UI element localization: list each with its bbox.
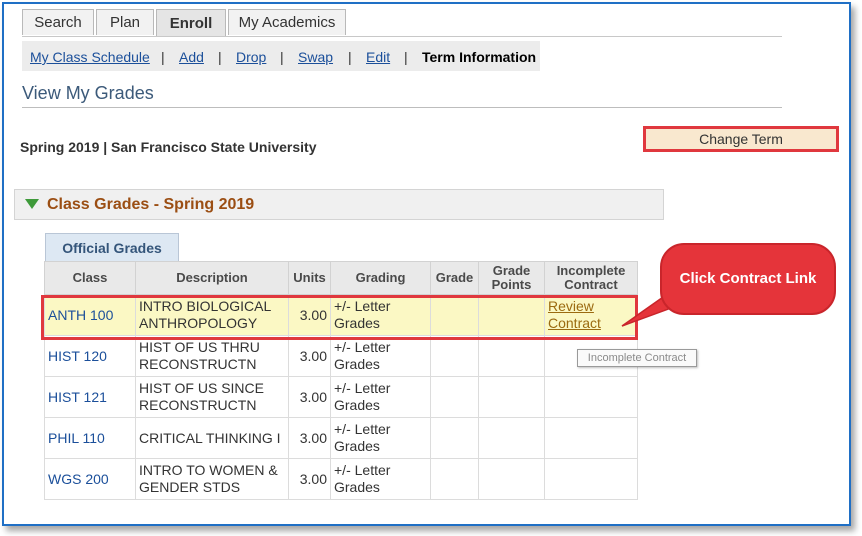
triangle-down-icon[interactable] <box>25 199 39 209</box>
grading-cell: +/- Letter Grades <box>330 417 431 459</box>
class-cell: HIST 121 <box>44 376 136 418</box>
description-cell: HIST OF US THRU RECONSTRUCTN <box>135 335 289 377</box>
table-row: PHIL 110 CRITICAL THINKING I 3.00 +/- Le… <box>44 417 638 459</box>
sub-navigation: My Class Schedule | Add | Drop | Swap | … <box>22 41 540 71</box>
tab-plan[interactable]: Plan <box>96 9 154 35</box>
grade-points-cell <box>478 458 545 500</box>
tab-divider <box>22 36 782 37</box>
table-header-row: Class Description Units Grading Grade Gr… <box>44 261 638 295</box>
header-grade: Grade <box>430 261 479 295</box>
grading-cell: +/- Letter Grades <box>330 458 431 500</box>
subnav-swap[interactable]: Swap <box>298 49 333 65</box>
tab-search[interactable]: Search <box>22 9 94 35</box>
class-grades-section-header[interactable]: Class Grades - Spring 2019 <box>14 189 664 220</box>
highlight-annotation-box <box>41 295 638 340</box>
subnav-separator: | <box>404 49 408 65</box>
grade-points-cell <box>478 376 545 418</box>
header-units: Units <box>288 261 331 295</box>
description-cell: CRITICAL THINKING I <box>135 417 289 459</box>
grade-points-cell <box>478 335 545 377</box>
callout-bubble: Click Contract Link <box>660 243 836 315</box>
class-cell: HIST 120 <box>44 335 136 377</box>
header-class: Class <box>44 261 136 295</box>
grade-points-cell <box>478 417 545 459</box>
subnav-add[interactable]: Add <box>179 49 204 65</box>
subnav-separator: | <box>218 49 222 65</box>
table-row: HIST 120 HIST OF US THRU RECONSTRUCTN 3.… <box>44 335 638 377</box>
page-title: View My Grades <box>22 83 154 103</box>
subnav-separator: | <box>348 49 352 65</box>
description-cell: INTRO TO WOMEN & GENDER STDS <box>135 458 289 500</box>
header-incomplete-contract: Incomplete Contract <box>544 261 638 295</box>
subnav-drop[interactable]: Drop <box>236 49 266 65</box>
grading-cell: +/- Letter Grades <box>330 376 431 418</box>
contract-cell <box>544 458 638 500</box>
header-grading: Grading <box>330 261 431 295</box>
tab-my-academics[interactable]: My Academics <box>228 9 346 35</box>
units-cell: 3.00 <box>288 335 331 377</box>
header-grade-points: Grade Points <box>478 261 545 295</box>
class-cell: WGS 200 <box>44 458 136 500</box>
subnav-separator: | <box>161 49 165 65</box>
term-info: Spring 2019 | San Francisco State Univer… <box>20 139 317 155</box>
header-description: Description <box>135 261 289 295</box>
tab-official-grades[interactable]: Official Grades <box>45 233 179 261</box>
grading-cell: +/- Letter Grades <box>330 335 431 377</box>
subnav-my-class-schedule[interactable]: My Class Schedule <box>30 49 150 65</box>
table-row: WGS 200 INTRO TO WOMEN & GENDER STDS 3.0… <box>44 458 638 500</box>
subnav-edit[interactable]: Edit <box>366 49 390 65</box>
table-row: HIST 121 HIST OF US SINCE RECONSTRUCTN 3… <box>44 376 638 418</box>
section-title: Class Grades - Spring 2019 <box>47 196 255 213</box>
units-cell: 3.00 <box>288 417 331 459</box>
tooltip: Incomplete Contract <box>577 349 697 367</box>
units-cell: 3.00 <box>288 458 331 500</box>
contract-cell <box>544 417 638 459</box>
grade-cell <box>430 417 479 459</box>
tab-enroll[interactable]: Enroll <box>156 9 226 37</box>
description-cell: HIST OF US SINCE RECONSTRUCTN <box>135 376 289 418</box>
units-cell: 3.00 <box>288 376 331 418</box>
subnav-term-information: Term Information <box>422 49 537 65</box>
subnav-separator: | <box>280 49 284 65</box>
title-divider <box>22 107 782 108</box>
change-term-button[interactable]: Change Term <box>643 126 839 152</box>
grade-cell <box>430 376 479 418</box>
class-cell: PHIL 110 <box>44 417 136 459</box>
grade-cell <box>430 335 479 377</box>
contract-cell <box>544 376 638 418</box>
grade-cell <box>430 458 479 500</box>
